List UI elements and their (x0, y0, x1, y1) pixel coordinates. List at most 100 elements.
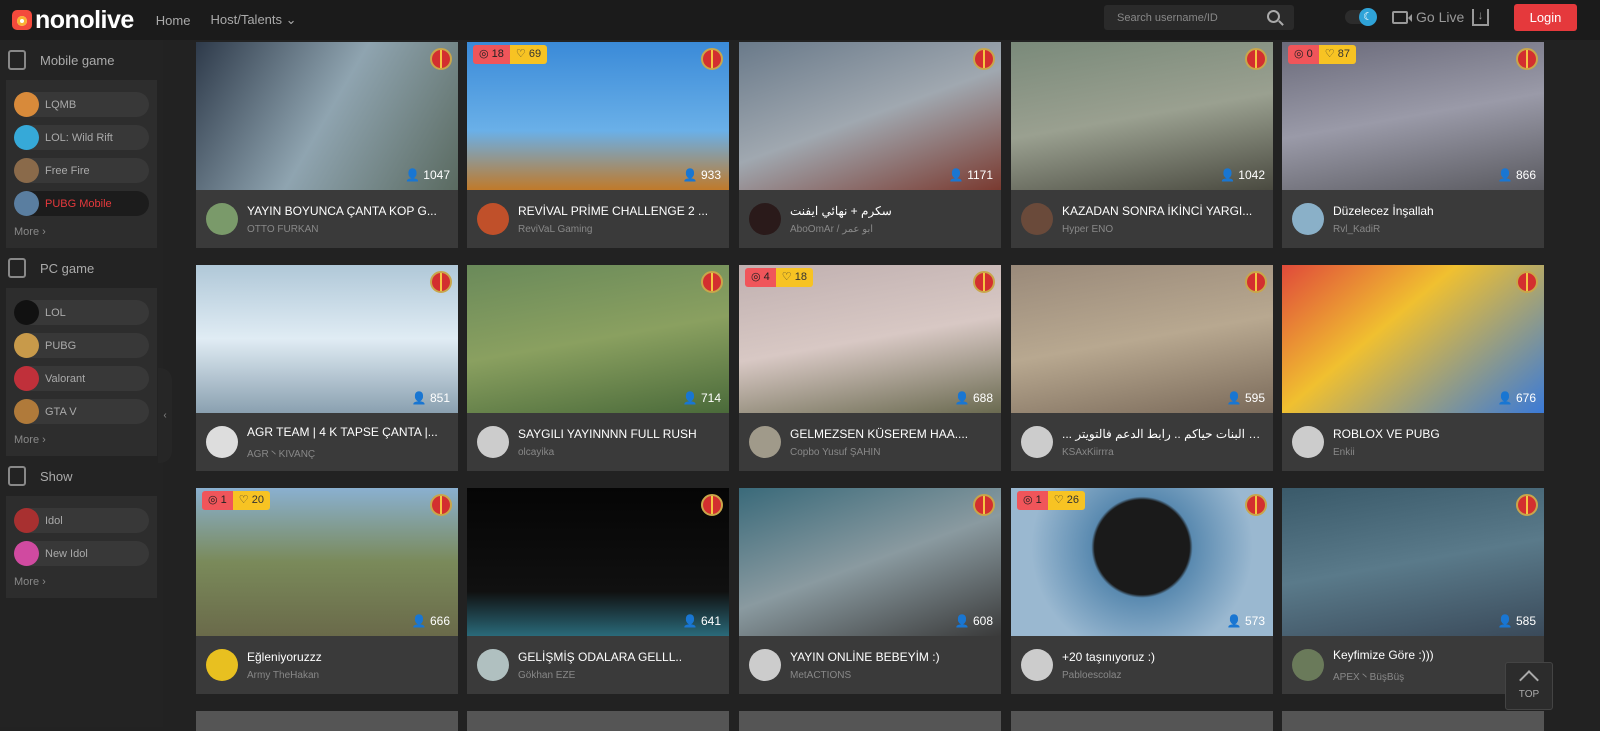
sidebar-item[interactable]: Idol (14, 508, 149, 533)
host-name[interactable]: ReviVaL Gaming (518, 224, 718, 235)
stream-title[interactable]: GELİŞMİŞ ODALARA GELLL.. (518, 650, 718, 664)
stream-card[interactable]: ◎ 4 ♡ 18 👤 688 GELMEZSEN KÜSEREM HAA.... Co… (739, 265, 1001, 471)
nav-home[interactable]: Home (156, 13, 191, 28)
stream-card[interactable]: 👤 676 ROBLOX VE PUBG Enkii (1282, 265, 1544, 471)
stream-thumbnail[interactable]: 👤 851 (196, 265, 458, 413)
stream-card[interactable]: 👤 1047 YAYIN BOYUNCA ÇANTA KOP G... OTTO … (196, 42, 458, 248)
avatar[interactable] (749, 649, 781, 681)
avatar[interactable] (749, 203, 781, 235)
stream-card[interactable]: ◎ 0 ♡ 87 👤 866 Düzelecez İnşallah Rvl_KadiR (1282, 42, 1544, 248)
stream-thumbnail[interactable]: ◎ 1 ♡ 26 👤 573 (1011, 488, 1273, 636)
more-link[interactable]: More › (14, 574, 149, 592)
avatar[interactable] (206, 426, 238, 458)
stream-thumbnail[interactable]: ◎ 0 ♡ 87 👤 866 (1282, 42, 1544, 190)
stream-card[interactable]: 👤 641 GELİŞMİŞ ODALARA GELLL.. Gökhan EZE (467, 488, 729, 694)
sidebar-item[interactable]: GTA V (14, 399, 149, 424)
host-name[interactable]: Gökhan EZE (518, 670, 718, 681)
stream-card-partial[interactable] (467, 711, 729, 731)
search-input[interactable]: Search username/ID (1104, 5, 1294, 30)
sidebar-item[interactable]: LOL (14, 300, 149, 325)
avatar[interactable] (477, 203, 509, 235)
host-name[interactable]: olcayika (518, 447, 718, 458)
avatar[interactable] (1292, 649, 1324, 681)
host-name[interactable]: Hyper ENO (1062, 224, 1262, 235)
stream-card-partial[interactable] (739, 711, 1001, 731)
stream-title[interactable]: YAYIN BOYUNCA ÇANTA KOP G... (247, 204, 447, 218)
sidebar-item[interactable]: Valorant (14, 366, 149, 391)
stream-card-partial[interactable] (1011, 711, 1273, 731)
stream-card[interactable]: ◎ 18 ♡ 69 👤 933 REVİVAL PRİME CHALLENGE 2 … (467, 42, 729, 248)
stream-title[interactable]: AGR TEAM | 4 K TAPSE ÇANTA |... (247, 425, 447, 439)
host-name[interactable]: KSAxKiirrra (1062, 447, 1262, 458)
stream-card[interactable]: ◎ 1 ♡ 26 👤 573 +20 taşınıyoruz :) Pabloesco… (1011, 488, 1273, 694)
stream-thumbnail[interactable]: 👤 595 (1011, 265, 1273, 413)
more-link[interactable]: More › (14, 432, 149, 450)
stream-title[interactable]: YAYIN ONLİNE BEBEYİM :) (790, 650, 990, 664)
host-name[interactable]: AboOmAr / ابو عمر (790, 224, 990, 235)
stream-title[interactable]: سكرم + نهائي ايفنت (790, 204, 990, 218)
avatar[interactable] (477, 649, 509, 681)
logo[interactable]: nonolive (12, 6, 134, 35)
avatar[interactable] (1021, 203, 1053, 235)
stream-thumbnail[interactable]: ◎ 18 ♡ 69 👤 933 (467, 42, 729, 190)
stream-thumbnail[interactable]: 👤 641 (467, 488, 729, 636)
stream-thumbnail[interactable]: 👤 1047 (196, 42, 458, 190)
avatar[interactable] (206, 649, 238, 681)
back-to-top-button[interactable]: TOP (1505, 662, 1553, 710)
sidebar-item[interactable]: PUBG Mobile (14, 191, 149, 216)
host-name[interactable]: AGR丶KIVANÇ (247, 445, 447, 460)
avatar[interactable] (477, 426, 509, 458)
stream-thumbnail[interactable]: 👤 1042 (1011, 42, 1273, 190)
stream-title[interactable]: REVİVAL PRİME CHALLENGE 2 ... (518, 204, 718, 218)
stream-card-partial[interactable] (1282, 711, 1544, 731)
sidebar-item[interactable]: New Idol (14, 541, 149, 566)
host-name[interactable]: Copbo Yusuf ŞAHIN (790, 447, 990, 458)
stream-thumbnail[interactable]: 👤 676 (1282, 265, 1544, 413)
stream-title[interactable]: ROBLOX VE PUBG (1333, 427, 1533, 441)
sidebar-item[interactable]: LQMB (14, 92, 149, 117)
login-button[interactable]: Login (1514, 4, 1577, 31)
host-name[interactable]: Rvl_KadiR (1333, 224, 1533, 235)
stream-card[interactable]: ◎ 1 ♡ 20 👤 666 Eğleniyoruzzz Army TheHakan (196, 488, 458, 694)
avatar[interactable] (749, 426, 781, 458)
avatar[interactable] (1292, 203, 1324, 235)
stream-card[interactable]: 👤 1171 سكرم + نهائي ايفنت AboOmAr / ابو ع… (739, 42, 1001, 248)
stream-card[interactable]: 👤 1042 KAZADAN SONRA İKİNCİ YARGI... Hype… (1011, 42, 1273, 248)
stream-title[interactable]: KAZADAN SONRA İKİNCİ YARGI... (1062, 204, 1262, 218)
stream-card-partial[interactable] (196, 711, 458, 731)
host-name[interactable]: APEX丶BüşBüş (1333, 668, 1533, 683)
host-name[interactable]: OTTO FURKAN (247, 224, 447, 235)
stream-title[interactable]: SAYGILI YAYINNNN FULL RUSH (518, 427, 718, 441)
stream-card[interactable]: 👤 851 AGR TEAM | 4 K TAPSE ÇANTA |... AGR… (196, 265, 458, 471)
download-icon[interactable]: ↓ (1472, 9, 1489, 26)
stream-thumbnail[interactable]: 👤 714 (467, 265, 729, 413)
sidebar-item[interactable]: Free Fire (14, 158, 149, 183)
host-name[interactable]: Enkii (1333, 447, 1533, 458)
stream-thumbnail[interactable]: ◎ 1 ♡ 20 👤 666 (196, 488, 458, 636)
stream-title[interactable]: Eğleniyoruzzz (247, 650, 447, 664)
sidebar-item[interactable]: LOL: Wild Rift (14, 125, 149, 150)
avatar[interactable] (1021, 426, 1053, 458)
nav-host-talents[interactable]: Host/Talents ⌄ (210, 12, 296, 28)
stream-title[interactable]: Düzelecez İnşallah (1333, 204, 1533, 218)
avatar[interactable] (1021, 649, 1053, 681)
stream-thumbnail[interactable]: 👤 608 (739, 488, 1001, 636)
go-live-button[interactable]: Go Live (1392, 9, 1464, 25)
stream-card[interactable]: 👤 595 ... العيال ولا البنات حياكم .. راب… (1011, 265, 1273, 471)
host-name[interactable]: Pabloescolaz (1062, 670, 1262, 681)
avatar[interactable] (1292, 426, 1324, 458)
stream-title[interactable]: GELMEZSEN KÜSEREM HAA.... (790, 427, 990, 441)
stream-card[interactable]: 👤 608 YAYIN ONLİNE BEBEYİM :) MetACTIONS (739, 488, 1001, 694)
more-link[interactable]: More › (14, 224, 149, 242)
sidebar-item[interactable]: PUBG (14, 333, 149, 358)
host-name[interactable]: MetACTIONS (790, 670, 990, 681)
stream-title[interactable]: ... العيال ولا البنات حياكم .. رابط الدع… (1062, 427, 1262, 441)
avatar[interactable] (206, 203, 238, 235)
stream-title[interactable]: +20 taşınıyoruz :) (1062, 650, 1262, 664)
stream-thumbnail[interactable]: ◎ 4 ♡ 18 👤 688 (739, 265, 1001, 413)
stream-thumbnail[interactable]: 👤 585 (1282, 488, 1544, 636)
stream-title[interactable]: Keyfimize Göre :))) (1333, 648, 1533, 662)
stream-card[interactable]: 👤 714 SAYGILI YAYINNNN FULL RUSH olcayika (467, 265, 729, 471)
theme-toggle[interactable]: ☾ (1345, 8, 1377, 26)
stream-thumbnail[interactable]: 👤 1171 (739, 42, 1001, 190)
